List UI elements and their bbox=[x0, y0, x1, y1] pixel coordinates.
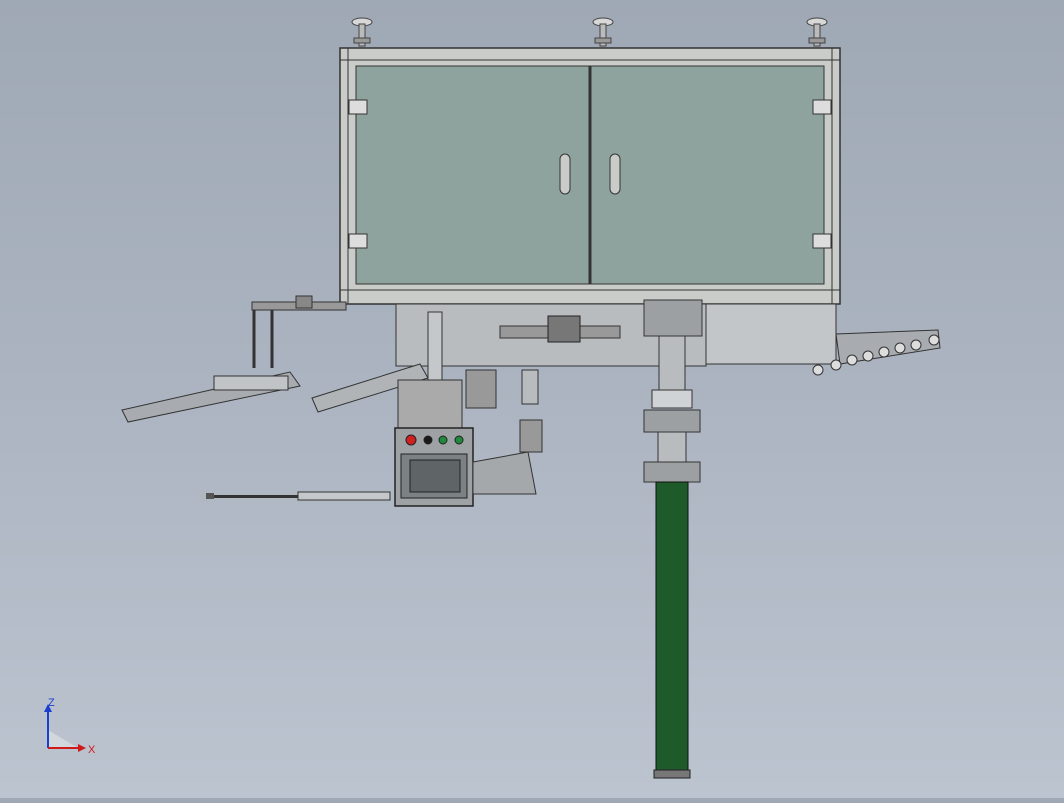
horizontal-rod bbox=[206, 491, 391, 501]
panel-button[interactable] bbox=[454, 435, 464, 445]
cabinet[interactable] bbox=[339, 47, 841, 305]
hinge bbox=[812, 99, 832, 115]
panel-button[interactable] bbox=[423, 435, 433, 445]
door-handle-right[interactable] bbox=[609, 153, 621, 195]
leveling-foot-center bbox=[592, 17, 614, 47]
panel-button[interactable] bbox=[438, 435, 448, 445]
touch-screen[interactable] bbox=[409, 459, 461, 493]
hinge bbox=[348, 233, 368, 249]
orientation-triad: Z X bbox=[40, 696, 100, 756]
side-bracket bbox=[472, 451, 537, 495]
leveling-foot-right bbox=[806, 17, 828, 47]
machine-base bbox=[395, 303, 837, 367]
emergency-stop-button[interactable] bbox=[405, 434, 417, 446]
hinge bbox=[812, 233, 832, 249]
door-handle-left[interactable] bbox=[559, 153, 571, 195]
x-axis-label: X bbox=[88, 744, 96, 756]
cad-viewport[interactable]: Z X bbox=[0, 0, 1064, 798]
vertical-tube-assembly bbox=[643, 299, 703, 779]
control-panel[interactable] bbox=[394, 427, 474, 507]
leveling-foot-left bbox=[351, 17, 373, 47]
hinge bbox=[348, 99, 368, 115]
left-feeder-chute bbox=[121, 295, 429, 423]
z-axis-label: Z bbox=[48, 697, 55, 709]
small-cylinder bbox=[519, 369, 543, 453]
